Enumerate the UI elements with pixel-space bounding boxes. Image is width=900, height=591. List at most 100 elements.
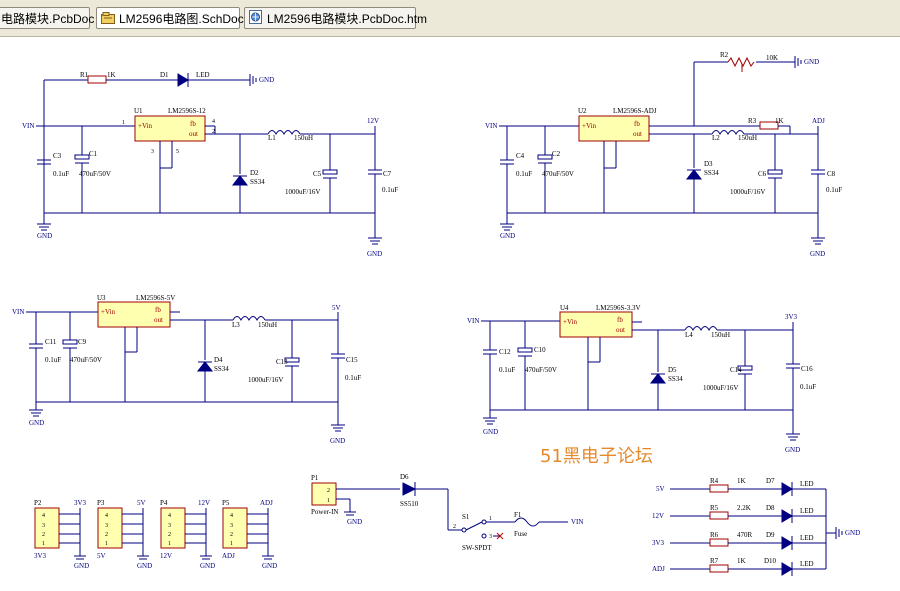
p2-ref: P2 [34,499,42,507]
u2-fb-pin: fb [634,120,640,128]
led-value: LED [800,534,814,542]
gnd-label: GND [804,58,819,66]
d2-schottky-icon [231,175,249,186]
led-resistor-value: 2.2K [737,504,751,512]
led-resistor-ref: R6 [710,531,719,539]
gnd-symbol-icon [29,402,43,417]
gnd-label: GND [200,562,215,570]
p3-foot-label: 5V [97,552,106,560]
d2-value: SS34 [250,178,265,186]
led-value: LED [800,560,814,568]
u1-pin3: 3 [151,149,154,155]
led-value: LED [800,480,814,488]
gnd-label: GND [347,518,362,526]
gnd-label: GND [330,437,345,445]
schematic-canvas[interactable]: VIN R1 1K D1 LED GND U1 LM2596S-12 +Vin … [0,37,900,591]
gnd-symbol-icon [37,213,51,231]
power-input-section: P1 2 1 Power-IN GND D6 SS510 S1 2 1 3 SW… [311,473,583,552]
led-row-5v: 5V R4 1K D7 LED [656,477,826,496]
p4-pin3: 3 [168,523,171,529]
led-icon [781,536,793,550]
led-ref: D10 [764,557,777,565]
c12-ref: C12 [499,348,511,356]
r2-potentiometer [727,56,755,68]
led-resistor-ref: R5 [710,504,719,512]
gnd-label: GND [810,250,825,258]
gnd-symbol-icon [794,56,802,68]
u3-fb-pin: fb [155,306,161,314]
l4-ref: L4 [685,331,693,339]
u3-ref: U3 [97,294,106,302]
l2-ref: L2 [712,134,720,142]
schematic-sheet: VIN R1 1K D1 LED GND U1 LM2596S-12 +Vin … [12,51,860,576]
p1-ref: P1 [311,474,319,482]
c7-ref: C7 [383,170,392,178]
gnd-label: GND [37,232,52,240]
c3-ref: C3 [53,152,62,160]
led-value: LED [800,507,814,515]
p2-net: 3V3 [74,499,87,507]
gnd-label: GND [74,562,89,570]
gnd-label: GND [785,446,800,454]
u4-ref: U4 [560,304,569,312]
d4-schottky-icon [196,361,214,372]
p1-pin2: 2 [327,488,330,494]
p5-net: ADJ [260,499,273,507]
tab-pcb-doc-label: 电路模块.PcbDoc [1,12,95,26]
u3-out-pin: out [154,316,163,324]
s1-pin1: 1 [489,516,492,522]
p4-pin4: 4 [168,513,171,519]
c16-value: 0.1uF [800,383,816,391]
tab-html-doc-label: LM2596电路模块.PcbDoc.htm [267,12,428,26]
p4-ref: P4 [160,499,168,507]
gnd-label: GND [137,562,152,570]
tab-html-doc[interactable]: LM2596电路模块.PcbDoc.htm [244,7,427,29]
p5-pin2: 2 [230,532,233,538]
led-icon [781,509,793,523]
document-tab-bar: 电路模块.PcbDoc LM2596电路图.SchDoc LM2596电路模块.… [0,0,900,37]
header-p3: P3 5V 4 3 2 1 GND 5V [97,499,152,570]
s1-ref: S1 [462,513,470,521]
circuit-3v3: VIN C12 0.1uF C10 470uF/50V U4 LM2596S-3… [467,304,816,454]
u1-vin-pin: +Vin [138,122,153,130]
tab-pcb-doc[interactable]: 电路模块.PcbDoc [0,7,94,29]
p2-foot-label: 3V3 [34,552,47,560]
gnd-symbol-icon [500,213,514,231]
s1-switch-icon [461,519,487,539]
d6-diode-icon [402,482,417,496]
p5-foot-label: ADJ [222,552,235,560]
tab-sch-doc[interactable]: LM2596电路图.SchDoc [96,7,244,29]
u2-ref: U2 [578,107,587,115]
vin-label-5: VIN [571,518,583,526]
gnd-label: GND [259,76,274,84]
v12-label-1: 12V [367,117,379,125]
p3-ref: P3 [97,499,105,507]
led-net-label: 3V3 [652,539,665,547]
vin-label-3: VIN [12,308,24,316]
l3-inductor [232,316,266,322]
led-icon [781,482,793,496]
c6-ref: C6 [758,170,767,178]
u2-vin-pin: +Vin [582,122,597,130]
gnd-label: GND [845,529,860,537]
p1-value: Power-IN [311,508,338,516]
u1-pin4: 4 [212,119,215,125]
circuit-adj: VIN C4 0.1uF C2 470uF/50V U2 LM2596S-ADJ… [485,51,842,258]
d1-led-icon [177,73,189,87]
d2-ref: D2 [250,169,259,177]
p2-pin1: 1 [42,541,45,547]
p3-pin3: 3 [105,523,108,529]
l2-value: 150uH [738,134,757,142]
gnd-label: GND [29,419,44,427]
c5-ref: C5 [313,170,322,178]
u1-pin5: 5 [176,149,179,155]
led-net-label: 12V [652,512,664,520]
l4-value: 150uH [711,331,730,339]
p2-pin2: 2 [42,532,45,538]
r2-value: 10K [766,54,778,62]
p2-pin3: 3 [42,523,45,529]
p5-ref: P5 [222,499,230,507]
p3-pin2: 2 [105,532,108,538]
header-p5: P5 ADJ 4 3 2 1 GND ADJ [222,499,277,570]
led-resistor-value: 1K [737,557,746,565]
